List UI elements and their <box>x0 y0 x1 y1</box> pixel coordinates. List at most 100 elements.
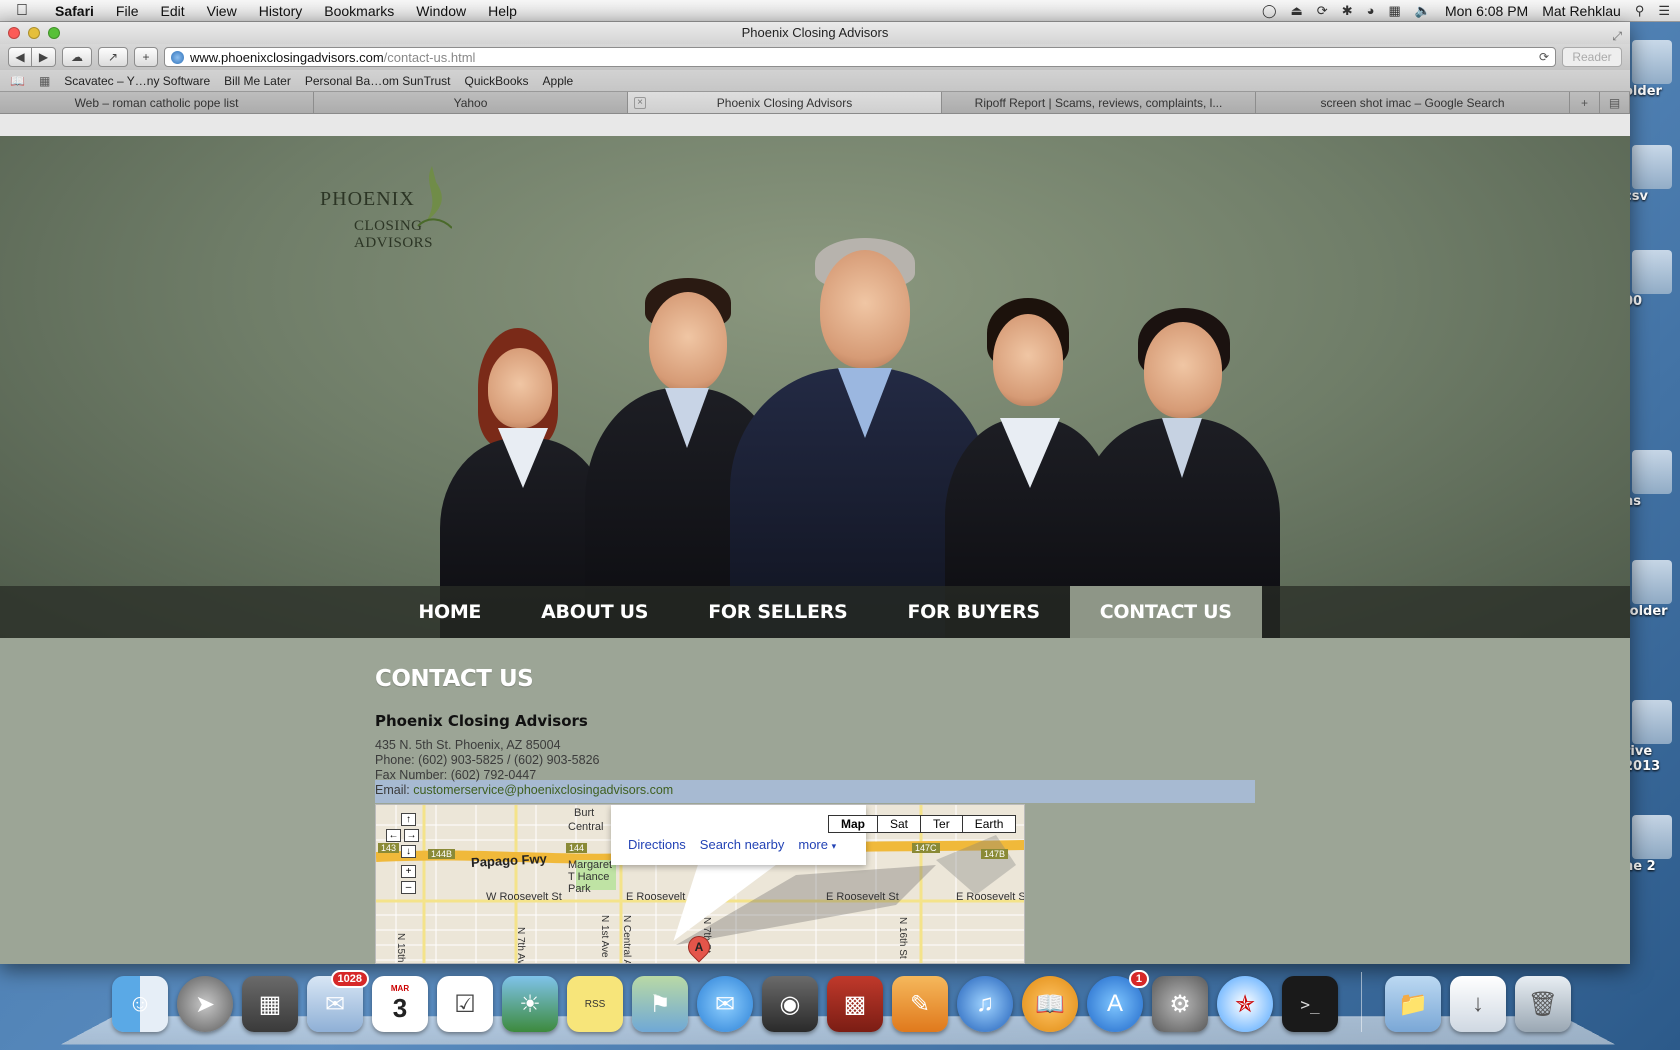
app-menu[interactable]: Safari <box>44 3 105 19</box>
wifi-icon[interactable]: ◕ <box>1367 3 1375 18</box>
pan-left-icon[interactable]: ← <box>386 829 401 842</box>
nav-home[interactable]: HOME <box>388 586 511 638</box>
desktop-drive-item[interactable]: rive 2013 <box>1624 700 1678 774</box>
bookmark-item[interactable]: Bill Me Later <box>224 74 291 88</box>
mission-control-icon[interactable]: ▦ <box>242 976 298 1032</box>
messages-icon[interactable]: ✉ <box>697 976 753 1032</box>
map-label: N 16th St <box>897 917 908 959</box>
nav-for-sellers[interactable]: FOR SELLERS <box>678 586 877 638</box>
pan-down-icon[interactable]: ↓ <box>401 845 416 858</box>
bluetooth-icon[interactable]: ✱ <box>1342 3 1353 19</box>
forward-button[interactable]: ▶ <box>32 47 56 67</box>
email-link[interactable]: customerservice@phoenixclosingadvisors.c… <box>413 783 673 797</box>
embedded-map[interactable]: Papago Fwy Margaret T Hance Park Burt Ce… <box>375 804 1025 964</box>
itunes-icon[interactable]: ♫ <box>957 976 1013 1032</box>
launchpad-icon[interactable]: ➤ <box>177 976 233 1032</box>
bookmark-item[interactable]: Scavatec – Y…ny Software <box>64 74 210 88</box>
iphoto-icon[interactable]: ☀ <box>502 976 558 1032</box>
desktop-file-item[interactable]: ns <box>1624 450 1678 509</box>
map-type-map[interactable]: Map <box>829 816 877 832</box>
menu-edit[interactable]: Edit <box>149 3 195 19</box>
time-machine-icon[interactable]: ⟳ <box>1317 3 1328 19</box>
apple-menu-icon[interactable]:  <box>0 2 44 20</box>
map-type-ter[interactable]: Ter <box>920 816 962 832</box>
directions-link[interactable]: Directions <box>628 837 686 852</box>
menu-file[interactable]: File <box>105 3 150 19</box>
search-nearby-link[interactable]: Search nearby <box>700 837 785 852</box>
safari-icon[interactable]: ✯ <box>1217 976 1273 1032</box>
close-window-button[interactable] <box>8 27 20 39</box>
calendar-icon[interactable]: MAR 3 <box>372 976 428 1032</box>
close-tab-icon[interactable]: × <box>634 96 646 109</box>
icloud-tabs-button[interactable]: ☁ <box>62 47 92 67</box>
tab-active[interactable]: × Phoenix Closing Advisors <box>628 92 942 113</box>
tab[interactable]: Yahoo <box>314 92 628 113</box>
nav-about-us[interactable]: ABOUT US <box>511 586 678 638</box>
pages-icon[interactable]: ✎ <box>892 976 948 1032</box>
share-button[interactable]: ↗ <box>98 47 128 67</box>
finder-icon[interactable]: ☺ <box>112 976 168 1032</box>
browser-toolbar: ◀ ▶ ☁ ↗ + www.phoenixclosingadvisors.com… <box>0 44 1630 70</box>
desktop-file-item[interactable]: csv <box>1624 145 1678 204</box>
applications-folder-icon[interactable]: 📁 <box>1385 976 1441 1032</box>
app-store-icon[interactable]: A1 <box>1087 970 1149 1032</box>
address-bar[interactable]: www.phoenixclosingadvisors.com/contact-u… <box>164 47 1556 67</box>
map-exit-label: 147C <box>912 843 940 853</box>
facetime-icon[interactable]: ◉ <box>762 976 818 1032</box>
tab-overview-icon[interactable]: ▤ <box>1600 92 1630 113</box>
desktop-file-item[interactable]: ne 2 <box>1624 815 1678 874</box>
minimize-window-button[interactable] <box>28 27 40 39</box>
nav-for-buyers[interactable]: FOR BUYERS <box>877 586 1069 638</box>
bookmark-item[interactable]: Personal Ba…om SunTrust <box>305 74 451 88</box>
nav-contact-us[interactable]: CONTACT US <box>1069 586 1262 638</box>
terminal-icon[interactable]: >_ <box>1282 976 1338 1032</box>
zoom-out-icon[interactable]: – <box>401 881 416 894</box>
zoom-in-icon[interactable]: + <box>401 865 416 878</box>
back-button[interactable]: ◀ <box>8 47 32 67</box>
mail-icon[interactable]: ✉ 1028 <box>307 970 369 1032</box>
map-type-earth[interactable]: Earth <box>961 816 1016 832</box>
tab[interactable]: Web – roman catholic pope list <box>0 92 314 113</box>
system-preferences-icon[interactable]: ⚙ <box>1152 976 1208 1032</box>
bookmark-item[interactable]: QuickBooks <box>464 74 528 88</box>
notification-center-icon[interactable]: ☰ <box>1658 3 1670 19</box>
map-label: N 1st Ave <box>599 915 610 958</box>
reminders-icon[interactable]: ☑ <box>437 976 493 1032</box>
stickies-icon[interactable]: RSS <box>567 976 623 1032</box>
menu-history[interactable]: History <box>248 3 314 19</box>
menu-bookmarks[interactable]: Bookmarks <box>313 3 405 19</box>
fullscreen-icon[interactable]: ⤢ <box>1612 25 1622 47</box>
trash-icon[interactable]: 🗑 <box>1515 976 1571 1032</box>
more-link[interactable]: more ▾ <box>798 837 836 852</box>
clock[interactable]: Mon 6:08 PM <box>1445 3 1528 19</box>
desktop-file-item[interactable]: 00 <box>1624 250 1678 309</box>
zoom-window-button[interactable] <box>48 27 60 39</box>
menu-help[interactable]: Help <box>477 3 528 19</box>
top-sites-icon[interactable]: ▦ <box>39 74 50 88</box>
eject-icon[interactable]: ⏏ <box>1291 3 1303 19</box>
volume-icon[interactable]: 🔈 <box>1415 3 1431 19</box>
tab[interactable]: Ripoff Report | Scams, reviews, complain… <box>942 92 1256 113</box>
new-tab-button[interactable]: + <box>134 47 158 67</box>
desktop-folder-item[interactable]: folder <box>1624 560 1678 619</box>
new-tab-icon[interactable]: + <box>1570 92 1600 113</box>
menu-view[interactable]: View <box>196 3 248 19</box>
ibooks-icon[interactable]: 📖 <box>1022 976 1078 1032</box>
input-menu-icon[interactable]: ▦ <box>1388 3 1400 19</box>
spotlight-icon[interactable]: ⚲ <box>1635 3 1645 19</box>
photo-booth-icon[interactable]: ▩ <box>827 976 883 1032</box>
pan-right-icon[interactable]: → <box>404 829 419 842</box>
bookmark-item[interactable]: Apple <box>543 74 574 88</box>
reading-list-icon[interactable]: 📖 <box>10 74 25 88</box>
downloads-stack-icon[interactable]: ↓ <box>1450 976 1506 1032</box>
menu-window[interactable]: Window <box>405 3 477 19</box>
reader-button[interactable]: Reader <box>1562 47 1622 67</box>
maps-icon[interactable]: ⚑ <box>632 976 688 1032</box>
reload-icon[interactable]: ⟳ <box>1539 50 1549 64</box>
tab[interactable]: screen shot imac – Google Search <box>1256 92 1570 113</box>
desktop-folder-item[interactable]: older <box>1624 40 1678 99</box>
map-type-sat[interactable]: Sat <box>877 816 921 832</box>
user-name[interactable]: Mat Rehklau <box>1542 3 1621 19</box>
pan-up-icon[interactable]: ↑ <box>401 813 416 826</box>
messages-status-icon[interactable]: ◯ <box>1262 3 1277 19</box>
